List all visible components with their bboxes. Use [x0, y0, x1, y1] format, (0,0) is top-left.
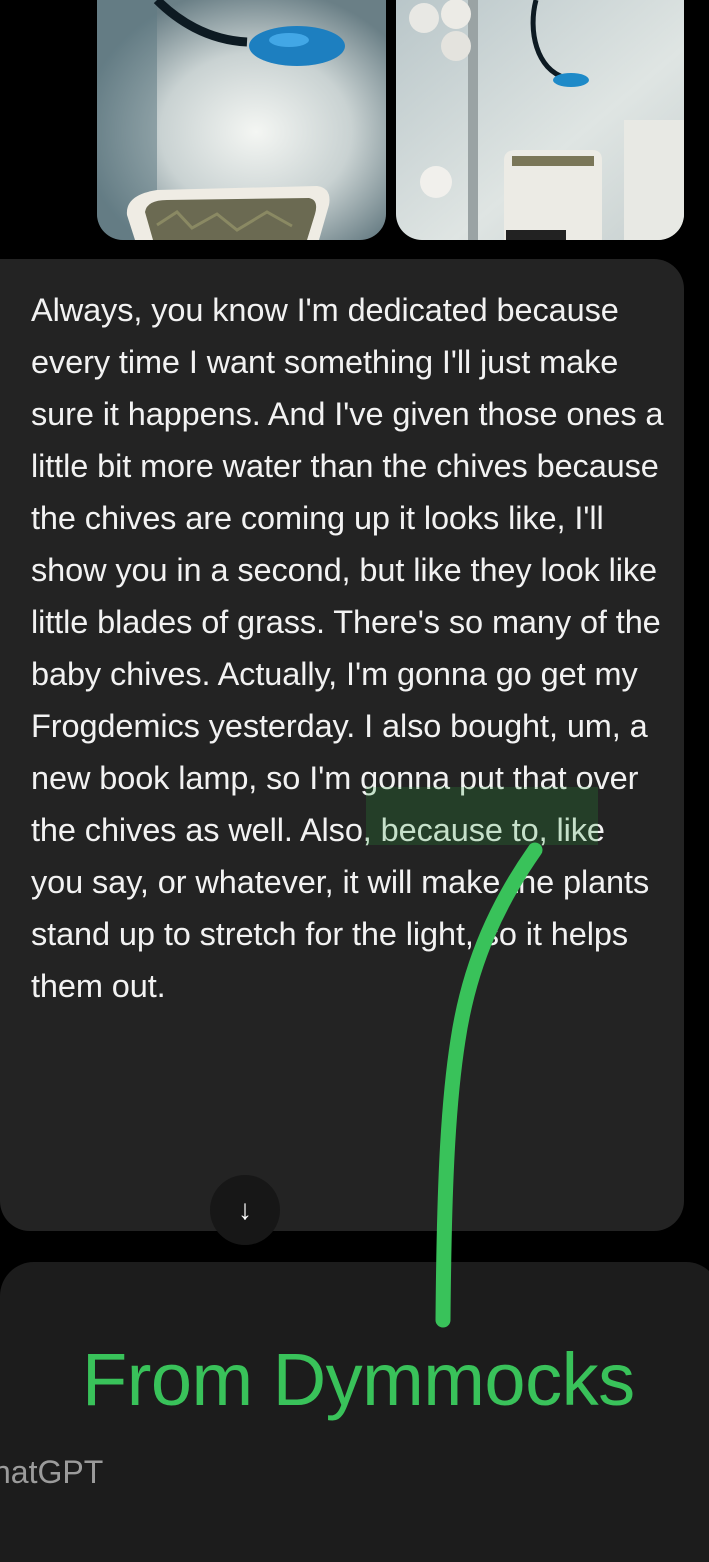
- composer-placeholder[interactable]: hatGPT: [0, 1452, 200, 1492]
- arrow-down-icon: ↓: [238, 1194, 252, 1225]
- attachment-photo-right[interactable]: [396, 0, 684, 240]
- message-text: Always, you know I'm dedicated because e…: [31, 292, 664, 1004]
- annotation-label: From Dymmocks: [82, 1338, 635, 1421]
- plant-photo-image: [97, 0, 386, 240]
- scroll-to-bottom-button[interactable]: ↓: [210, 1175, 280, 1245]
- plant-photo-image: [396, 0, 684, 240]
- user-message-bubble: Always, you know I'm dedicated because e…: [0, 259, 684, 1231]
- attachment-photo-left[interactable]: [97, 0, 386, 240]
